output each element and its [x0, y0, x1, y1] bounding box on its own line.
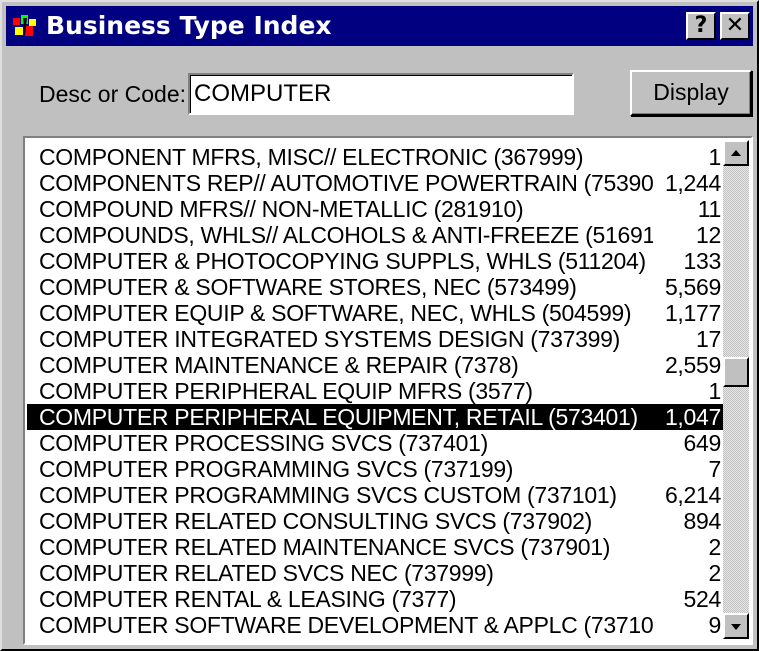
list-item-description: COMPUTER RELATED SVCS NEC (737999) [39, 560, 494, 586]
list-item-description: COMPUTER RELATED MAINTENANCE SVCS (73790… [39, 534, 611, 560]
list-item[interactable]: COMPUTER EQUIP & SOFTWARE, NEC, WHLS (50… [27, 300, 723, 326]
list-item-description: COMPUTER EQUIP & SOFTWARE, NEC, WHLS (50… [39, 300, 632, 326]
list-item-count: 649 [683, 430, 722, 456]
list-item[interactable]: COMPUTER RENTAL & LEASING (7377) 524 [27, 586, 723, 612]
list-item-count: 1,047 [664, 404, 721, 430]
up-arrow-icon [731, 150, 741, 156]
desc-or-code-label: Desc or Code: [39, 81, 187, 107]
scroll-thumb[interactable] [723, 357, 749, 387]
list-item-count: 5,569 [664, 274, 721, 300]
list-item-count: 894 [683, 508, 722, 534]
vertical-scrollbar[interactable] [723, 140, 749, 639]
list-item[interactable]: COMPOUND MFRS// NON-METALLIC (281910) 11 [27, 196, 723, 222]
scroll-up-button[interactable] [723, 140, 749, 166]
list-item[interactable]: COMPUTER PERIPHERAL EQUIP MFRS (3577) 1 [27, 378, 723, 404]
list-item-description: COMPONENT MFRS, MISC// ELECTRONIC (36799… [39, 144, 584, 170]
list-item-description: COMPUTER PROCESSING SVCS (737401) [39, 430, 488, 456]
desc-or-code-input[interactable] [188, 73, 574, 115]
list-item[interactable]: COMPUTER PROGRAMMING SVCS CUSTOM (737101… [27, 482, 723, 508]
list-item[interactable]: COMPONENT MFRS, MISC// ELECTRONIC (36799… [27, 144, 723, 170]
list-item-count: 1,244 [664, 170, 721, 196]
list-item-description: COMPONENTS REP// AUTOMOTIVE POWERTRAIN (… [39, 170, 653, 196]
list-item[interactable]: COMPUTER SOFTWARE DEVELOPMENT & APPLC (7… [27, 612, 723, 638]
list-rows: COMPONENT MFRS, MISC// ELECTRONIC (36799… [27, 144, 723, 638]
down-arrow-icon [731, 624, 741, 630]
list-item-count: 1,177 [664, 300, 721, 326]
list-item-count: 133 [683, 248, 722, 274]
list-item-description: COMPUTER SOFTWARE DEVELOPMENT & APPLC (7… [39, 612, 653, 638]
list-item-description: COMPUTER PERIPHERAL EQUIPMENT, RETAIL (5… [39, 404, 638, 430]
list-item-description: COMPUTER PROGRAMMING SVCS CUSTOM (737101… [39, 482, 617, 508]
list-item[interactable]: COMPOUNDS, WHLS// ALCOHOLS & ANTI-FREEZE… [27, 222, 723, 248]
list-item-count: 2,559 [664, 352, 721, 378]
list-item[interactable]: COMPUTER RELATED CONSULTING SVCS (737902… [27, 508, 723, 534]
list-item-count: 2 [708, 560, 722, 586]
list-item-count: 7 [708, 456, 722, 482]
title-bar[interactable]: Business Type Index ? ✕ [6, 6, 753, 46]
window-title: Business Type Index [46, 11, 332, 40]
list-item-description: COMPUTER RENTAL & LEASING (7377) [39, 586, 457, 612]
list-item[interactable]: COMPUTER & PHOTOCOPYING SUPPLS, WHLS (51… [27, 248, 723, 274]
display-button[interactable]: Display [630, 70, 752, 116]
list-item[interactable]: COMPUTER INTEGRATED SYSTEMS DESIGN (7373… [27, 326, 723, 352]
list-item[interactable]: COMPUTER PROGRAMMING SVCS (737199) 7 [27, 456, 723, 482]
list-item[interactable]: COMPUTER & SOFTWARE STORES, NEC (573499)… [27, 274, 723, 300]
list-item[interactable]: COMPUTER RELATED MAINTENANCE SVCS (73790… [27, 534, 723, 560]
list-item-count: 12 [696, 222, 721, 248]
list-item-count: 9 [708, 612, 722, 638]
list-item-count: 17 [696, 326, 721, 352]
list-item[interactable]: COMPUTER PERIPHERAL EQUIPMENT, RETAIL (5… [27, 404, 723, 430]
app-icon [13, 15, 36, 36]
list-item[interactable]: COMPUTER MAINTENANCE & REPAIR (7378) 2,55… [27, 352, 723, 378]
list-item-description: COMPUTER & PHOTOCOPYING SUPPLS, WHLS (51… [39, 248, 646, 274]
list-item-count: 524 [683, 586, 722, 612]
list-item-count: 2 [708, 534, 722, 560]
list-item-description: COMPUTER PERIPHERAL EQUIP MFRS (3577) [39, 378, 533, 404]
list-item-description: COMPUTER & SOFTWARE STORES, NEC (573499) [39, 274, 577, 300]
business-type-index-window: Business Type Index ? ✕ Desc or Code: Di… [0, 0, 759, 651]
list-item-description: COMPOUNDS, WHLS// ALCOHOLS & ANTI-FREEZE… [39, 222, 653, 248]
list-item-description: COMPUTER MAINTENANCE & REPAIR (7378) [39, 352, 519, 378]
business-type-list[interactable]: COMPONENT MFRS, MISC// ELECTRONIC (36799… [23, 136, 753, 645]
help-button[interactable]: ? [686, 12, 716, 40]
list-item-description: COMPOUND MFRS// NON-METALLIC (281910) [39, 196, 524, 222]
list-item-count: 6,214 [664, 482, 721, 508]
list-item-count: 1 [708, 144, 722, 170]
list-item-description: COMPUTER INTEGRATED SYSTEMS DESIGN (7373… [39, 326, 620, 352]
list-item-description: COMPUTER RELATED CONSULTING SVCS (737902… [39, 508, 593, 534]
list-item[interactable]: COMPUTER RELATED SVCS NEC (737999) 2 [27, 560, 723, 586]
list-item-description: COMPUTER PROGRAMMING SVCS (737199) [39, 456, 514, 482]
list-item[interactable]: COMPUTER PROCESSING SVCS (737401) 649 [27, 430, 723, 456]
list-item-count: 1 [708, 378, 722, 404]
list-item-count: 11 [697, 196, 722, 222]
close-button[interactable]: ✕ [720, 12, 750, 40]
list-item[interactable]: COMPONENTS REP// AUTOMOTIVE POWERTRAIN (… [27, 170, 723, 196]
scroll-down-button[interactable] [723, 613, 749, 639]
